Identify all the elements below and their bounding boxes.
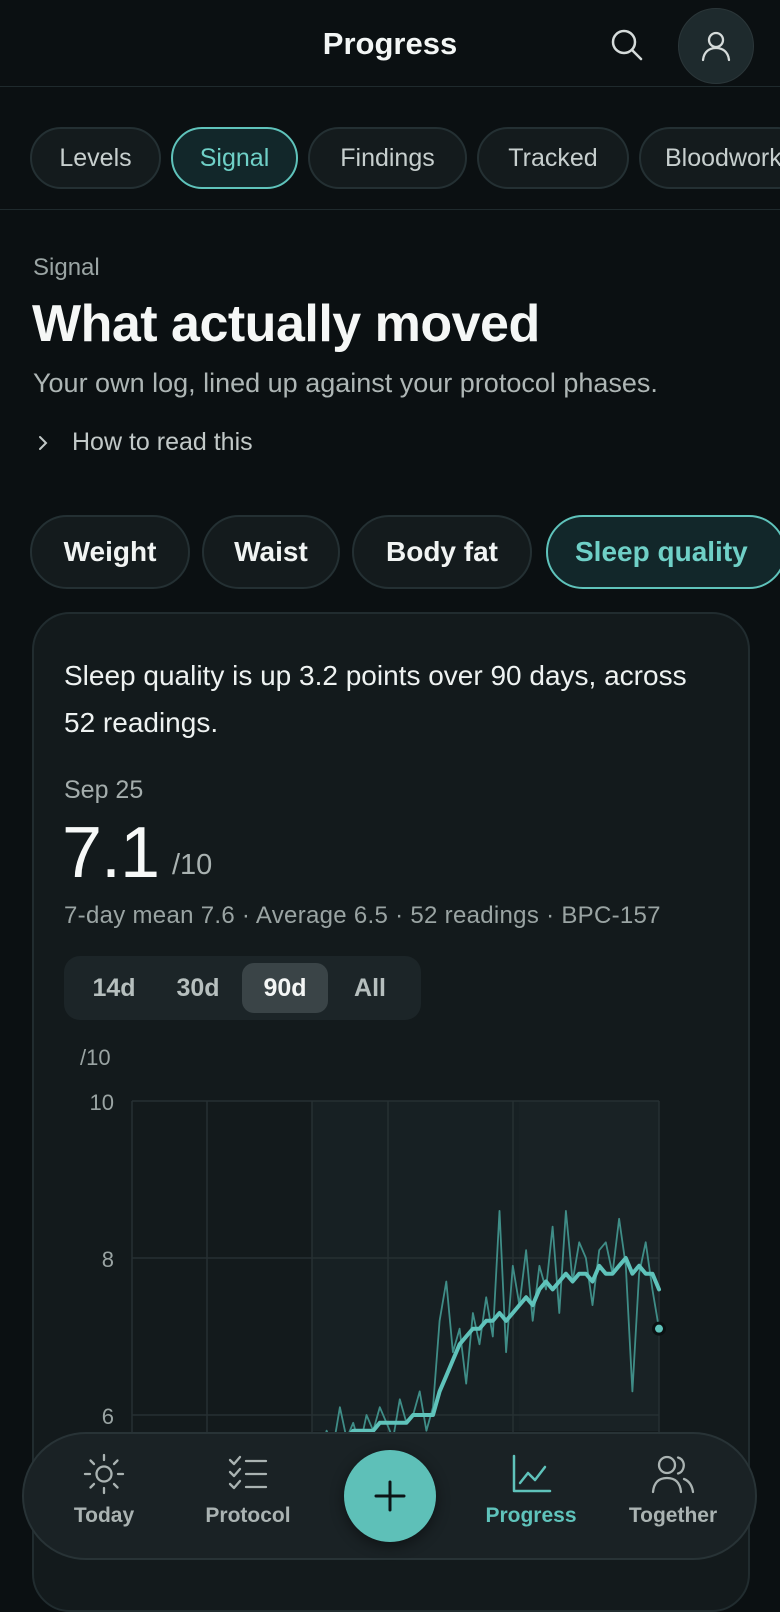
nav-protocol-label: Protocol — [205, 1504, 291, 1527]
y-tick-label: 10 — [90, 1090, 114, 1115]
how-to-read-label: How to read this — [72, 428, 253, 456]
range-30d[interactable]: 30d — [160, 963, 236, 1013]
nav-progress[interactable]: Progress — [461, 1452, 601, 1528]
y-tick-label: 8 — [102, 1247, 114, 1272]
nav-protocol[interactable]: Protocol — [178, 1452, 318, 1528]
tab-bloodwork[interactable]: Bloodwork — [639, 127, 780, 189]
checklist-icon — [228, 1455, 268, 1490]
sleep-quality-chart: /10 10 8 6 — [80, 1045, 666, 1440]
nav-together-label: Together — [628, 1504, 718, 1527]
metric-weight[interactable]: Weight — [30, 515, 190, 589]
y-axis-unit-label: /10 — [80, 1045, 111, 1070]
phase-band-1 — [132, 1101, 338, 1431]
user-icon — [701, 31, 731, 62]
search-icon — [611, 29, 643, 61]
reading-stats: 7-day mean 7.6 · Average 6.5 · 52 readin… — [64, 902, 661, 929]
tab-levels[interactable]: Levels — [30, 127, 161, 189]
y-axis-ticks: 10 8 6 — [90, 1090, 114, 1429]
section-subtitle: Your own log, lined up against your prot… — [33, 368, 658, 398]
profile-avatar-button[interactable] — [678, 8, 754, 84]
chevron-right-icon — [36, 434, 50, 452]
tab-signal[interactable]: Signal — [171, 127, 298, 189]
tab-findings[interactable]: Findings — [308, 127, 467, 189]
nav-together[interactable]: Together — [603, 1452, 743, 1528]
nav-progress-label: Progress — [485, 1504, 577, 1527]
reading-date: Sep 25 — [64, 776, 144, 804]
sun-icon — [83, 1453, 125, 1495]
y-tick-label: 6 — [102, 1404, 114, 1429]
section-heading: What actually moved — [32, 295, 540, 353]
reading-value: 7.1 — [62, 813, 160, 893]
nav-today[interactable]: Today — [34, 1452, 174, 1528]
metric-body-fat[interactable]: Body fat — [352, 515, 532, 589]
metric-waist[interactable]: Waist — [202, 515, 340, 589]
last-point-marker — [652, 1321, 666, 1336]
tab-tracked[interactable]: Tracked — [477, 127, 629, 189]
signal-summary: Sleep quality is up 3.2 points over 90 d… — [64, 660, 687, 738]
chart-icon — [512, 1454, 552, 1493]
plus-icon — [374, 1480, 406, 1512]
metric-sleep-quality[interactable]: Sleep quality — [546, 515, 780, 589]
nav-today-label: Today — [73, 1504, 135, 1527]
phase-band-2 — [312, 1101, 519, 1431]
range-selector: 14d 30d 90d All — [64, 956, 421, 1020]
page-title: Progress — [322, 26, 458, 61]
add-entry-button[interactable] — [344, 1450, 436, 1542]
search-button[interactable] — [604, 22, 650, 68]
how-to-read-toggle[interactable]: How to read this — [36, 428, 253, 457]
section-eyebrow: Signal — [33, 254, 100, 281]
range-all[interactable]: All — [332, 963, 408, 1013]
range-14d[interactable]: 14d — [76, 963, 152, 1013]
range-90d[interactable]: 90d — [242, 963, 328, 1013]
reading-unit: /10 — [172, 849, 213, 881]
people-icon — [651, 1455, 695, 1494]
